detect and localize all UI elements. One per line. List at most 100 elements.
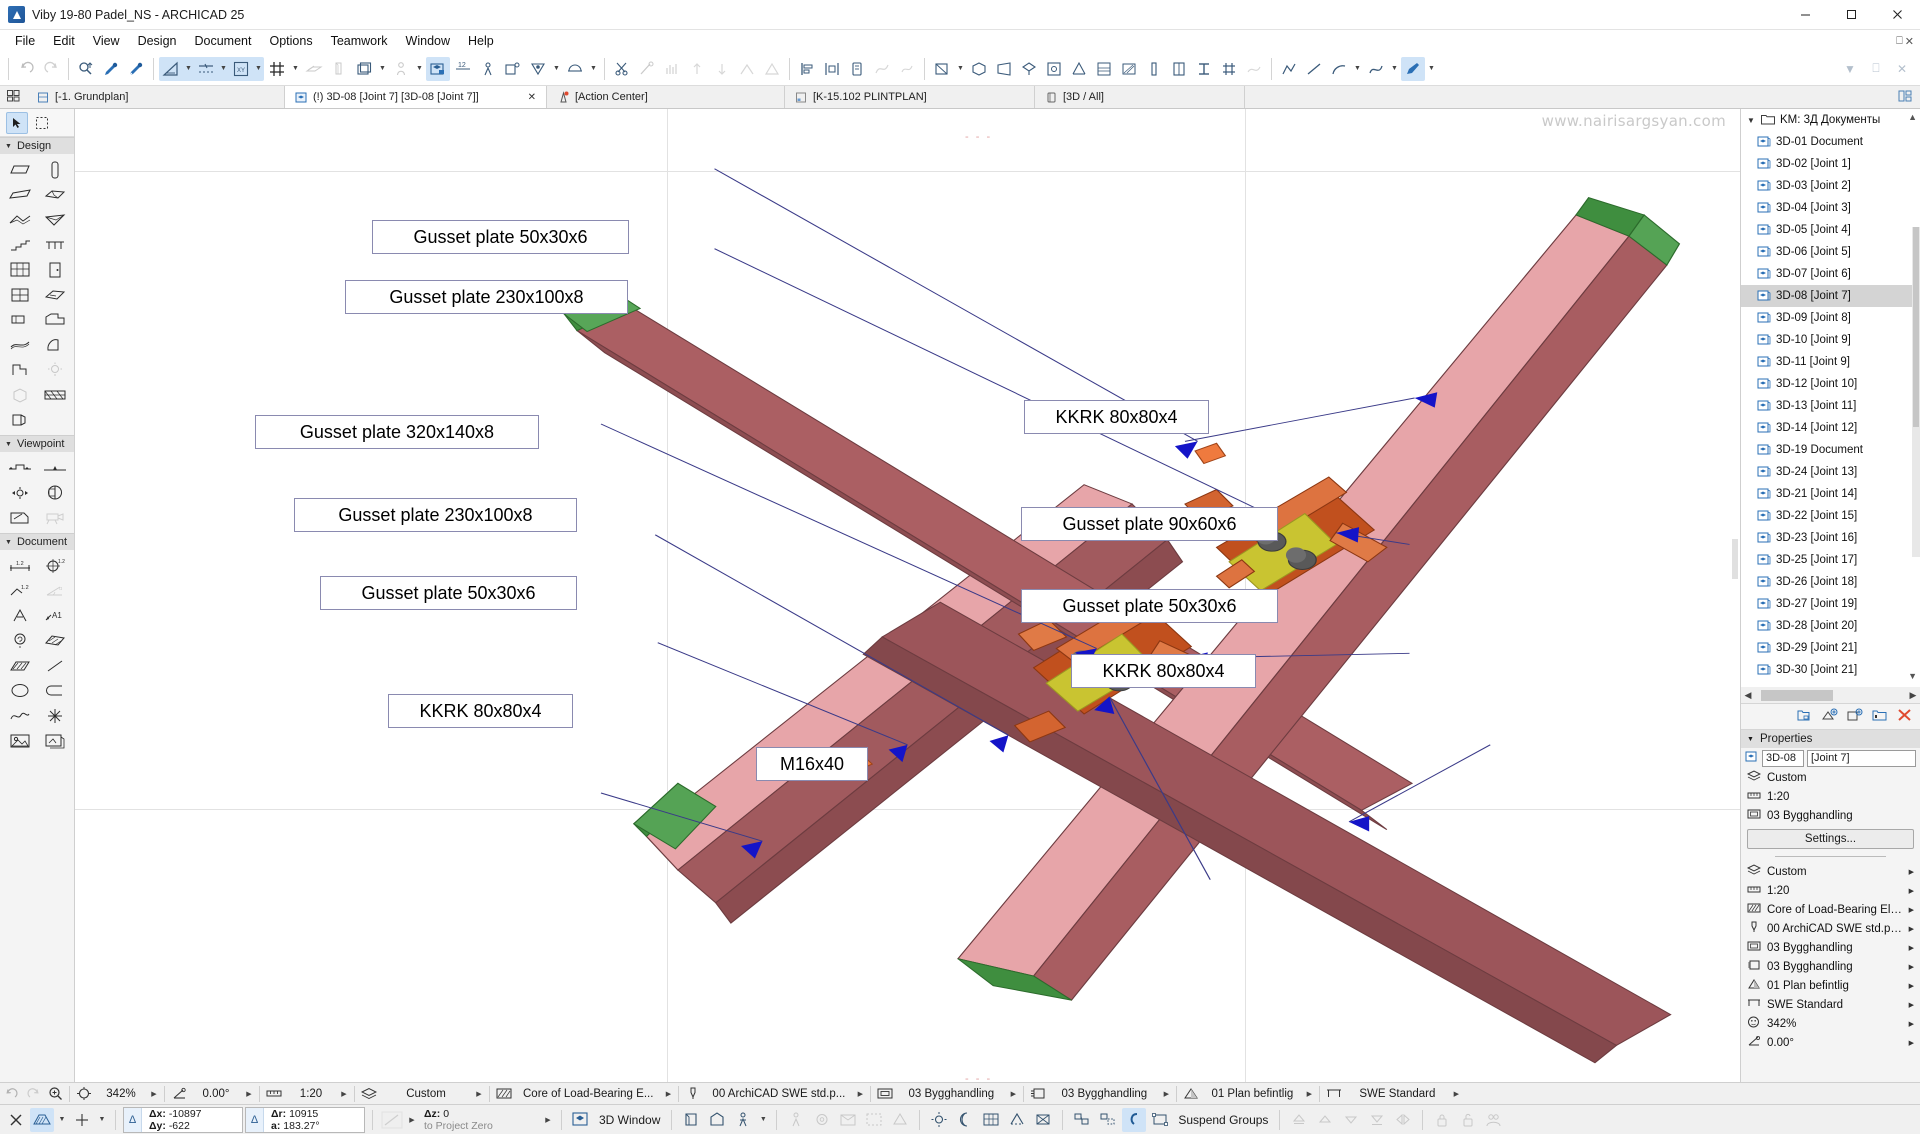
scale-icon[interactable] — [263, 1084, 285, 1104]
beam-section-icon[interactable] — [1192, 57, 1216, 81]
annotation-label[interactable]: M16x40 — [756, 747, 868, 781]
sun-settings-caret[interactable]: ▼ — [588, 57, 599, 81]
annotation-label[interactable]: Gusset plate 230x100x8 — [345, 280, 628, 314]
snap-point-icon[interactable] — [70, 1108, 94, 1132]
chevron-right-icon[interactable]: ▶ — [1909, 887, 1914, 895]
teamwork-reserve-icon[interactable] — [1482, 1108, 1506, 1132]
scroll-right-icon[interactable]: ▶ — [1906, 690, 1920, 701]
prop-row-structure[interactable]: Core of Load-Bearing Element... ▶ — [1741, 900, 1920, 919]
status-override-field[interactable]: 03 Bygghandling ▶ — [1049, 1084, 1173, 1104]
elevate-down-icon[interactable] — [710, 57, 734, 81]
sun-settings-icon[interactable] — [563, 57, 587, 81]
stair-tool-icon[interactable] — [3, 233, 36, 256]
model-view-icon[interactable] — [874, 1084, 896, 1104]
zone-stamp-tool-icon[interactable] — [3, 629, 36, 652]
new-3d-document-icon[interactable] — [1822, 708, 1838, 725]
folder-up-icon[interactable] — [1872, 708, 1888, 725]
elevate-up-icon[interactable] — [685, 57, 709, 81]
renovation-caret[interactable]: ▶ — [1302, 1090, 1316, 1098]
redo-icon[interactable] — [39, 57, 63, 81]
eyedropper-icon[interactable] — [99, 57, 123, 81]
scale-caret[interactable]: ▶ — [337, 1090, 351, 1098]
walk-mode-icon[interactable] — [731, 1108, 755, 1132]
chevron-down-icon[interactable]: ▼ — [1747, 116, 1756, 125]
3d-cutaway-icon[interactable] — [930, 57, 954, 81]
prop-row-layer[interactable]: Custom ▶ — [1741, 862, 1920, 881]
wall-display-icon[interactable] — [327, 57, 351, 81]
annotation-label[interactable]: Gusset plate 320x140x8 — [255, 415, 539, 449]
elevation-line-icon[interactable] — [380, 1108, 404, 1132]
tree-item-3d-24[interactable]: 3D-24 [Joint 13] — [1741, 461, 1920, 483]
new-view-icon[interactable] — [1847, 708, 1863, 725]
offset-icon[interactable] — [895, 57, 919, 81]
column-tool-icon[interactable] — [38, 158, 71, 181]
navigator-tree[interactable]: ▲ ▼ KM: 3Д Документы 3D-01 Document 3D-0… — [1741, 109, 1920, 704]
render-caret[interactable]: ▼ — [551, 57, 562, 81]
document-name-field[interactable]: [Joint 7] — [1807, 749, 1916, 767]
tab-grundplan[interactable]: [-1. Grundplan] — [27, 86, 285, 108]
window-tool-icon[interactable] — [3, 283, 36, 306]
prop-row-graphic-override[interactable]: 03 Bygghandling ▶ — [1741, 957, 1920, 976]
axonometric-icon[interactable] — [1017, 57, 1041, 81]
renovation-icon[interactable] — [1180, 1084, 1202, 1104]
find-select-icon[interactable] — [74, 57, 98, 81]
railing-tool-icon[interactable] — [38, 233, 71, 256]
send-to-back-icon[interactable] — [1365, 1108, 1389, 1132]
zoom-caret[interactable]: ▶ — [147, 1090, 161, 1098]
person-scale-icon[interactable] — [389, 57, 413, 81]
menu-window[interactable]: Window — [397, 32, 459, 50]
prop-row-scale[interactable]: 1:20 ▶ — [1741, 881, 1920, 900]
prop-row-modelview[interactable]: 03 Bygghandling ▶ — [1741, 938, 1920, 957]
properties-layer-row[interactable]: Custom — [1741, 768, 1920, 787]
texture-toggle-icon[interactable] — [979, 1108, 1003, 1132]
lock-icon[interactable] — [1430, 1108, 1454, 1132]
column-schedule-icon[interactable] — [1142, 57, 1166, 81]
camera-tool-icon[interactable] — [38, 506, 71, 529]
properties-header[interactable]: ▼ Properties — [1741, 730, 1920, 748]
pen-caret[interactable]: ▶ — [853, 1090, 867, 1098]
marquee-3d-icon[interactable] — [862, 1108, 886, 1132]
layers-caret[interactable]: ▼ — [377, 57, 388, 81]
distribute-icon[interactable] — [820, 57, 844, 81]
circle-tool-icon[interactable] — [3, 679, 36, 702]
view-settings-icon[interactable] — [1042, 57, 1066, 81]
tree-item-3d-29[interactable]: 3D-29 [Joint 21] — [1741, 637, 1920, 659]
tree-item-3d-12[interactable]: 3D-12 [Joint 10] — [1741, 373, 1920, 395]
tree-item-3d-13[interactable]: 3D-13 [Joint 11] — [1741, 395, 1920, 417]
chevron-right-icon[interactable]: ▶ — [1909, 925, 1914, 933]
toolbox-section-design[interactable]: ▼ Design — [0, 137, 74, 154]
polyline-tool-icon[interactable] — [38, 679, 71, 702]
object-tool-icon[interactable] — [38, 308, 71, 331]
canvas-surface[interactable]: www.nairisargsyan.com - - - - - - Gusset… — [75, 109, 1740, 1082]
tree-vertical-scrollbar[interactable] — [1912, 227, 1920, 557]
3d-cutaway-caret[interactable]: ▼ — [955, 57, 966, 81]
coordinate-ra-box[interactable]: Δ Δr: 10915 a: 183.27° — [245, 1106, 365, 1133]
close-button[interactable] — [1874, 0, 1920, 30]
tree-item-3d-08-selected[interactable]: 3D-08 [Joint 7] — [1741, 285, 1920, 307]
intersect-icon[interactable] — [735, 57, 759, 81]
maximize-button[interactable] — [1828, 0, 1874, 30]
tree-item-3d-28[interactable]: 3D-28 [Joint 20] — [1741, 615, 1920, 637]
toolbar-close-icon[interactable]: ✕ — [1890, 57, 1914, 81]
snap-point-caret[interactable]: ▼ — [96, 1116, 108, 1123]
unlock-icon[interactable] — [1456, 1108, 1480, 1132]
radial-dimension-tool-icon[interactable]: 1.2 — [38, 554, 71, 577]
mep-tool-icon[interactable] — [3, 383, 36, 406]
grid-snap-toggle-icon[interactable] — [30, 1107, 54, 1132]
tab-action-center[interactable]: [Action Center] — [547, 86, 785, 108]
properties-modelview-row[interactable]: 03 Bygghandling — [1741, 806, 1920, 825]
suspend-groups-toggle-icon[interactable] — [1122, 1107, 1147, 1132]
publisher-icon[interactable] — [501, 57, 525, 81]
projection-icon[interactable] — [888, 1108, 912, 1132]
menu-help[interactable]: Help — [459, 32, 503, 50]
walk-mode-caret[interactable]: ▼ — [757, 1116, 769, 1123]
guide-line-icon[interactable] — [159, 57, 183, 81]
3d-document-canvas[interactable]: www.nairisargsyan.com - - - - - - Gusset… — [75, 109, 1740, 1082]
layer-icon[interactable] — [358, 1084, 380, 1104]
canvas-vertical-scrollbar[interactable] — [1732, 539, 1738, 579]
label-tool-icon[interactable]: A1 — [38, 604, 71, 627]
organizer-icon[interactable] — [1898, 89, 1912, 106]
door-tool-icon[interactable] — [38, 258, 71, 281]
status-dimension-field[interactable]: SWE Standard ▶ — [1345, 1084, 1463, 1104]
chevron-right-icon[interactable]: ▶ — [1909, 906, 1914, 914]
